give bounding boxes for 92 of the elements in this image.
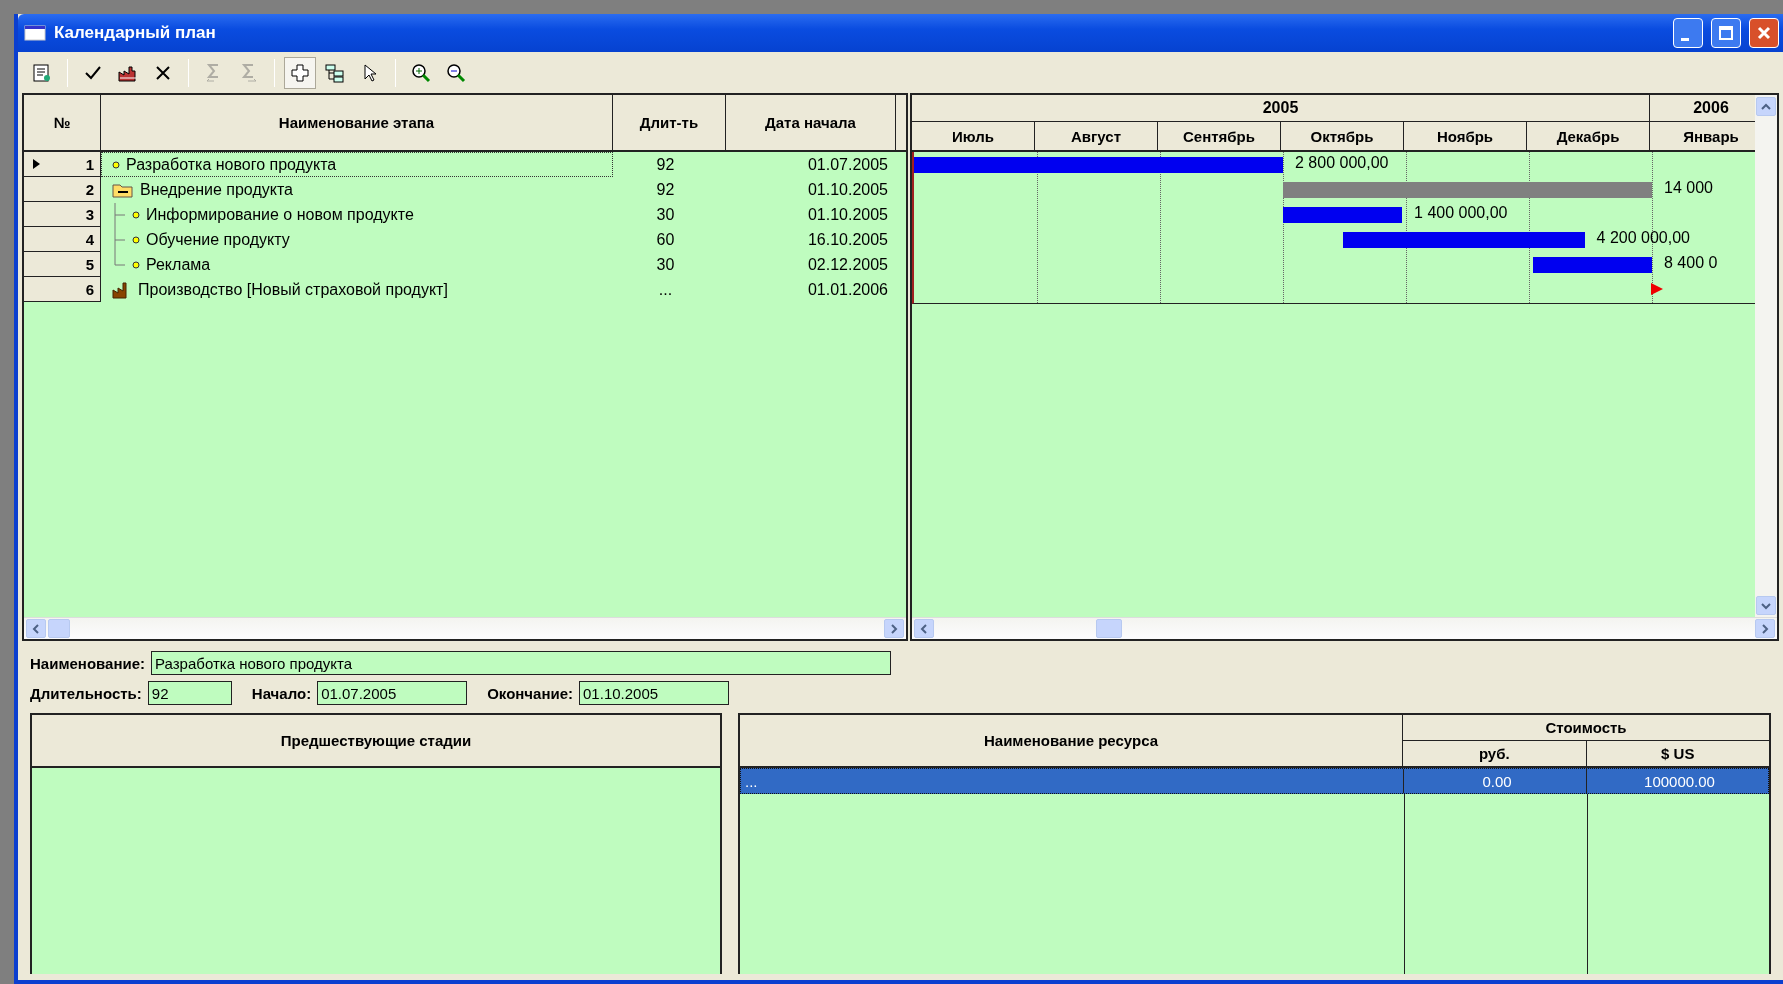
row-number: 6 [85, 280, 94, 298]
bullet-icon [132, 235, 140, 244]
month-header: Декабрь [1527, 122, 1650, 150]
row-header[interactable]: 4 [24, 227, 101, 252]
tree-line [114, 203, 126, 228]
start-date-cell-text: 02.12.2005 [806, 254, 889, 275]
zoom-out-icon [445, 61, 467, 84]
window-icon [24, 25, 46, 41]
end-date-field[interactable]: 01.10.2005 [579, 681, 730, 705]
plus-icon [289, 61, 311, 84]
bullet-icon [112, 160, 120, 169]
stage-name-cell[interactable]: Производство [Новый страховой продукт] [101, 277, 613, 302]
column-header[interactable]: Дата начала [726, 95, 896, 150]
duration-cell-text: 30 [655, 254, 676, 275]
stage-name-cell[interactable]: Внедрение продукта [101, 177, 613, 202]
window-title: Календарный план [54, 23, 217, 43]
name-field[interactable]: Разработка нового продукта [151, 651, 892, 675]
maximize-button[interactable] [1711, 18, 1741, 48]
start-date-cell-text: 01.01.2006 [806, 279, 889, 300]
column-header[interactable]: $ US [1586, 741, 1769, 766]
resource-name-cell: ... [741, 769, 1404, 793]
duration-cell-text: ... [657, 279, 674, 300]
scroll-right-button[interactable] [1755, 619, 1775, 638]
row-number: 1 [85, 155, 94, 173]
current-row-icon [32, 158, 41, 170]
maximize-icon [1719, 26, 1733, 40]
stage-name-cell[interactable]: Реклама [101, 252, 613, 277]
year-header: 2005 [912, 95, 1650, 121]
minimize-button[interactable] [1673, 18, 1703, 48]
month-header: Август [1035, 122, 1158, 150]
row-header[interactable]: 1 [24, 152, 101, 177]
start-date-field[interactable]: 01.07.2005 [317, 681, 468, 705]
hierarchy-icon [324, 61, 346, 84]
start-date-cell-text: 01.10.2005 [806, 204, 889, 225]
field-label: Окончание: [487, 684, 574, 702]
bar-label: 2 800 000,00 [1295, 154, 1389, 172]
row-header[interactable]: 3 [24, 202, 101, 227]
row-number: 2 [85, 180, 94, 198]
bar-label: 4 200 000,00 [1596, 229, 1690, 247]
duration-cell-text: 30 [655, 204, 676, 225]
row-header[interactable]: 5 [24, 252, 101, 277]
minimize-icon [1681, 37, 1689, 41]
start-date-cell-text: 01.07.2005 [806, 154, 889, 175]
duration-cell-text: 60 [655, 229, 676, 250]
month-header: Июль [912, 122, 1035, 150]
bar-label: 8 400 0 [1664, 254, 1718, 272]
duration-cell-text: 92 [655, 179, 676, 200]
close-button[interactable] [1749, 18, 1779, 48]
column-group-header: Стоимость [1403, 715, 1769, 741]
column-header[interactable]: Предшествующие стадии [32, 715, 720, 766]
row-number: 4 [85, 230, 94, 248]
bar-label: 1 400 000,00 [1414, 204, 1508, 222]
scroll-left-button[interactable] [26, 619, 46, 638]
field-label: Наименование: [30, 654, 146, 672]
stage-name-cell[interactable]: Информирование о новом продукте [101, 202, 613, 227]
duration-cell-text: 92 [655, 154, 676, 175]
month-header: Ноябрь [1404, 122, 1527, 150]
stage-name-cell[interactable]: Разработка нового продукта [101, 152, 613, 177]
row-header[interactable]: 2 [24, 177, 101, 202]
column-header[interactable]: Наименование ресурса [740, 715, 1403, 766]
column-header[interactable]: № [24, 95, 101, 150]
open-folder-icon[interactable] [112, 181, 134, 198]
bar-label: 14 000 [1664, 179, 1713, 197]
scroll-thumb[interactable] [1096, 619, 1122, 638]
start-date-cell-text: 01.10.2005 [806, 179, 889, 200]
row-header[interactable]: 6 [24, 277, 101, 302]
column-header[interactable]: Длит-ть [613, 95, 726, 150]
start-date-cell-text: 16.10.2005 [806, 229, 889, 250]
field-label: Начало: [251, 684, 312, 702]
row-number: 3 [85, 205, 94, 223]
milestone-flag-icon[interactable] [1650, 282, 1664, 296]
month-header: Сентябрь [1158, 122, 1281, 150]
notepad-icon [31, 61, 53, 84]
resource-row[interactable]: ... 0.00 100000.00 [740, 768, 1769, 794]
zoom-in-icon [410, 61, 432, 84]
bullet-icon [132, 210, 140, 219]
duration-field[interactable]: 92 [147, 681, 232, 705]
scroll-up-button[interactable] [1756, 97, 1776, 116]
rub-cost-cell: 0.00 [1404, 769, 1587, 793]
scroll-right-button[interactable] [884, 619, 904, 638]
close-icon [1757, 26, 1771, 40]
column-header[interactable]: Наименование этапа [101, 95, 613, 150]
scroll-left-button[interactable] [914, 619, 934, 638]
month-header: Октябрь [1281, 122, 1404, 150]
field-label: Длительность: [30, 684, 142, 702]
stage-name-cell[interactable]: Обучение продукту [101, 227, 613, 252]
usd-cost-cell-text: 100000.00 [1643, 771, 1716, 792]
scroll-thumb[interactable] [48, 619, 70, 638]
column-header[interactable]: руб. [1403, 741, 1587, 766]
scroll-down-button[interactable] [1756, 596, 1776, 615]
bullet-icon [132, 260, 140, 269]
row-number: 5 [85, 255, 94, 273]
